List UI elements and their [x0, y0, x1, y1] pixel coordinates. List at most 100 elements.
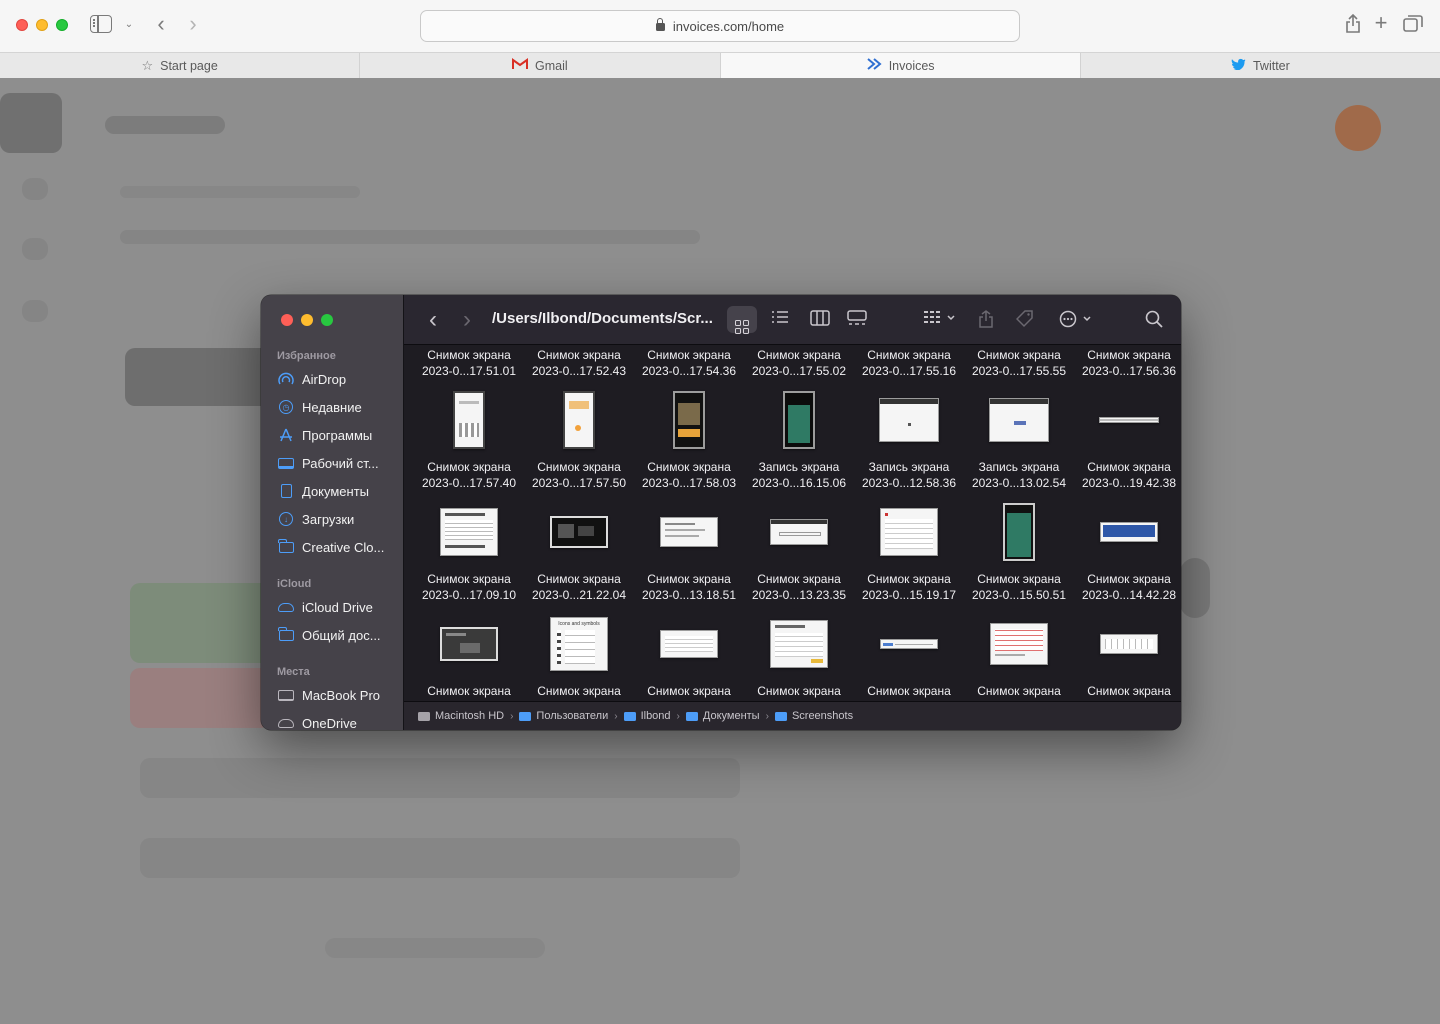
file-thumbnail[interactable] [744, 385, 854, 455]
file-item[interactable]: Снимок экрана 2023-0...17.58.03 [634, 459, 744, 491]
sidebar-item-onedrive[interactable]: OneDrive [277, 712, 357, 730]
share-icon[interactable] [1343, 13, 1363, 40]
file-item[interactable]: Снимок экрана 2023-0...15.50.51 [964, 571, 1074, 603]
file-item[interactable]: Снимок экрана 2023-0...17.51.01 [414, 347, 524, 379]
file-item[interactable]: Снимок экрана 2023-0...14.42.28 [1074, 571, 1181, 603]
file-thumbnail[interactable] [854, 385, 964, 455]
file-item[interactable]: Снимок экрана 2023-0...17.52.43 [524, 347, 634, 379]
file-item[interactable]: Снимок экрана [524, 683, 634, 699]
back-arrow-icon[interactable]: ‹ [424, 308, 442, 332]
sidebar-item-label: Загрузки [302, 511, 355, 527]
file-item[interactable]: Снимок экрана 2023-0...17.57.40 [414, 459, 524, 491]
sidebar-item-applications[interactable]: Программы [277, 424, 372, 446]
file-item[interactable]: Снимок экрана [744, 683, 854, 699]
file-item[interactable]: Снимок экрана 2023-0...21.22.04 [524, 571, 634, 603]
blurred-nav-item [22, 238, 48, 260]
file-item[interactable]: Снимок экрана 2023-0...17.09.10 [414, 571, 524, 603]
list-view-icon[interactable] [770, 310, 790, 330]
sidebar-item-downloads[interactable]: ↓ Загрузки [277, 508, 354, 530]
file-item[interactable]: Снимок экрана [964, 683, 1074, 699]
back-arrow-icon[interactable]: ‹ [151, 13, 171, 35]
file-item[interactable]: Снимок экрана 2023-0...17.56.36 [1074, 347, 1181, 379]
file-item[interactable]: Снимок экрана 2023-0...17.55.02 [744, 347, 854, 379]
forward-arrow-icon[interactable]: › [183, 13, 203, 35]
file-thumbnail[interactable] [1074, 385, 1181, 455]
file-item[interactable]: Снимок экрана 2023-0...17.57.50 [524, 459, 634, 491]
file-thumbnail[interactable] [854, 497, 964, 567]
file-thumbnail[interactable] [524, 497, 634, 567]
path-item-ilbond[interactable]: Ilbond [623, 710, 671, 722]
file-item[interactable]: Запись экрана 2023-0...16.15.06 [744, 459, 854, 491]
path-item-screenshots[interactable]: Screenshots [774, 710, 853, 722]
file-item[interactable]: Снимок экрана 2023-0...17.55.16 [854, 347, 964, 379]
file-thumbnail[interactable] [634, 497, 744, 567]
file-thumbnail[interactable] [414, 385, 524, 455]
address-bar[interactable]: invoices.com/home [420, 10, 1020, 42]
file-item[interactable]: Снимок экрана 2023-0...19.42.38 [1074, 459, 1181, 491]
sidebar-item-icloud-drive[interactable]: iCloud Drive [277, 596, 373, 618]
sidebar-item-macbook-pro[interactable]: MacBook Pro [277, 684, 380, 706]
file-thumbnail[interactable] [414, 497, 524, 567]
finder-minimize-button[interactable] [301, 314, 313, 326]
tab-twitter[interactable]: Twitter [1080, 53, 1440, 78]
tab-overview-icon[interactable] [1402, 14, 1424, 38]
file-item[interactable]: Запись экрана 2023-0...13.02.54 [964, 459, 1074, 491]
close-window-button[interactable] [16, 19, 28, 31]
file-thumbnail[interactable] [854, 609, 964, 679]
chevron-down-icon[interactable]: ⌄ [122, 15, 136, 35]
sidebar-item-desktop[interactable]: Рабочий ст... [277, 452, 379, 474]
path-item-users[interactable]: Пользователи [519, 710, 608, 722]
file-thumbnail[interactable] [414, 609, 524, 679]
file-thumbnail[interactable] [1074, 497, 1181, 567]
file-item[interactable]: Снимок экрана [1074, 683, 1181, 699]
file-thumbnail[interactable] [744, 609, 854, 679]
path-item-documents[interactable]: Документы [685, 710, 760, 722]
file-thumbnail[interactable] [964, 385, 1074, 455]
more-actions-icon[interactable] [1057, 310, 1097, 330]
file-item[interactable]: Снимок экрана 2023-0...17.54.36 [634, 347, 744, 379]
sidebar-item-creative-cloud[interactable]: Creative Clo... [277, 536, 384, 558]
tab-start-page[interactable]: ☆ Start page [0, 53, 361, 78]
file-thumbnail[interactable] [1074, 609, 1181, 679]
file-item[interactable]: Снимок экрана 2023-0...15.19.17 [854, 571, 964, 603]
tab-gmail[interactable]: Gmail [360, 53, 721, 78]
file-item[interactable]: Запись экрана 2023-0...12.58.36 [854, 459, 964, 491]
file-item[interactable]: Снимок экрана 2023-0...13.18.51 [634, 571, 744, 603]
file-item[interactable]: Снимок экрана [414, 683, 524, 699]
sidebar-item-recents[interactable]: ◷ Недавние [277, 396, 362, 418]
minimize-window-button[interactable] [36, 19, 48, 31]
file-name: Запись экрана [978, 460, 1060, 474]
file-thumbnail[interactable] [964, 609, 1074, 679]
finder-close-button[interactable] [281, 314, 293, 326]
tab-invoices[interactable]: Invoices [720, 53, 1081, 78]
group-by-icon[interactable] [920, 310, 960, 330]
search-icon[interactable] [1143, 310, 1165, 330]
file-thumbnail[interactable] [964, 497, 1074, 567]
path-item-macintosh-hd[interactable]: Macintosh HD [418, 710, 504, 722]
zoom-window-button[interactable] [56, 19, 68, 31]
file-item[interactable]: Снимок экрана [854, 683, 964, 699]
file-item[interactable]: Снимок экрана [634, 683, 744, 699]
sidebar-item-documents[interactable]: Документы [277, 480, 369, 502]
finder-zoom-button[interactable] [321, 314, 333, 326]
file-name: Снимок экрана [427, 572, 511, 586]
file-date: 2023-0...16.15.06 [751, 476, 847, 490]
file-thumbnail[interactable] [634, 385, 744, 455]
file-item[interactable]: Снимок экрана 2023-0...17.55.55 [964, 347, 1074, 379]
file-thumbnail[interactable] [744, 497, 854, 567]
forward-arrow-icon[interactable]: › [458, 308, 476, 332]
file-date: 2023-0...21.22.04 [531, 588, 627, 602]
sidebar-item-shared[interactable]: Общий дос... [277, 624, 381, 646]
share-icon[interactable] [976, 310, 996, 330]
gallery-view-icon[interactable] [846, 310, 868, 330]
file-thumbnail[interactable]: Icons and symbols [524, 609, 634, 679]
sidebar-item-airdrop[interactable]: AirDrop [277, 368, 346, 390]
tag-icon[interactable] [1014, 310, 1036, 330]
sidebar-toggle-icon[interactable] [90, 15, 112, 33]
file-item[interactable]: Снимок экрана 2023-0...13.23.35 [744, 571, 854, 603]
file-thumbnail[interactable] [634, 609, 744, 679]
sidebar-item-label: Программы [302, 427, 373, 443]
new-tab-icon[interactable]: + [1371, 12, 1391, 34]
file-thumbnail[interactable] [524, 385, 634, 455]
column-view-icon[interactable] [810, 310, 830, 330]
